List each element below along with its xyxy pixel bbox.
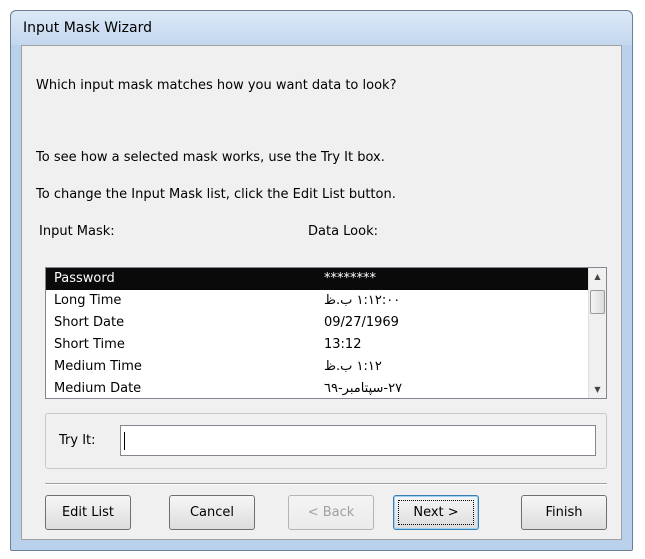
list-item-look: 09/27/1969 bbox=[324, 315, 399, 330]
list-item-mask: Password bbox=[54, 271, 115, 286]
cancel-button-label: Cancel bbox=[189, 505, 235, 520]
list-item-mask: Medium Time bbox=[54, 359, 142, 374]
list-item-mask: Medium Date bbox=[54, 381, 142, 396]
finish-button-label: Finish bbox=[545, 505, 583, 520]
edit-list-button-label: Edit List bbox=[61, 505, 115, 520]
input-mask-column-header: Input Mask: bbox=[39, 224, 115, 239]
next-button-label: Next > bbox=[413, 505, 459, 520]
text-caret bbox=[124, 432, 125, 450]
list-scrollbar[interactable]: ▲ ▼ bbox=[588, 268, 606, 398]
list-item-look: ******** bbox=[324, 271, 376, 286]
tryit-hint-text: To see how a selected mask works, use th… bbox=[36, 150, 385, 165]
title-bar[interactable]: Input Mask Wizard bbox=[11, 11, 632, 45]
try-it-input[interactable] bbox=[120, 425, 596, 456]
list-item[interactable]: Password ******** bbox=[46, 268, 591, 290]
editlist-hint-text: To change the Input Mask list, click the… bbox=[36, 187, 396, 202]
list-item-mask: Short Time bbox=[54, 337, 125, 352]
list-item[interactable]: Short Time 13:12 bbox=[46, 334, 591, 356]
list-item[interactable]: Long Time ١:١٢:٠٠ ب.ظ bbox=[46, 290, 591, 312]
scrollbar-thumb[interactable] bbox=[590, 290, 605, 314]
edit-list-button[interactable]: Edit List bbox=[45, 495, 131, 530]
list-item[interactable]: Medium Date ٢٧-سپتامبر-٦٩ bbox=[46, 378, 591, 398]
question-text: Which input mask matches how you want da… bbox=[36, 78, 397, 93]
list-item[interactable]: Medium Time ١:١٢ ب.ظ bbox=[46, 356, 591, 378]
list-item-look: ١:١٢:٠٠ ب.ظ bbox=[324, 293, 401, 308]
back-button[interactable]: < Back bbox=[288, 495, 374, 530]
list-item-look: ١:١٢ ب.ظ bbox=[324, 359, 382, 374]
scroll-up-arrow-icon[interactable]: ▲ bbox=[589, 268, 606, 285]
list-item-look: 13:12 bbox=[324, 337, 362, 352]
try-it-label: Try It: bbox=[59, 433, 96, 448]
finish-button[interactable]: Finish bbox=[521, 495, 607, 530]
next-button[interactable]: Next > bbox=[393, 495, 479, 530]
window-title: Input Mask Wizard bbox=[23, 20, 152, 36]
try-it-group: Try It: bbox=[45, 413, 607, 469]
wizard-window: Input Mask Wizard Which input mask match… bbox=[10, 10, 633, 551]
data-look-column-header: Data Look: bbox=[308, 224, 379, 239]
input-mask-list[interactable]: Password ******** Long Time ١:١٢:٠٠ ب.ظ … bbox=[45, 267, 607, 399]
list-item-mask: Long Time bbox=[54, 293, 122, 308]
scroll-down-arrow-icon[interactable]: ▼ bbox=[589, 381, 606, 398]
cancel-button[interactable]: Cancel bbox=[169, 495, 255, 530]
button-separator bbox=[45, 483, 607, 485]
list-item-mask: Short Date bbox=[54, 315, 125, 330]
back-button-label: < Back bbox=[307, 505, 355, 520]
list-item[interactable]: Short Date 09/27/1969 bbox=[46, 312, 591, 334]
list-item-look: ٢٧-سپتامبر-٦٩ bbox=[324, 381, 403, 396]
